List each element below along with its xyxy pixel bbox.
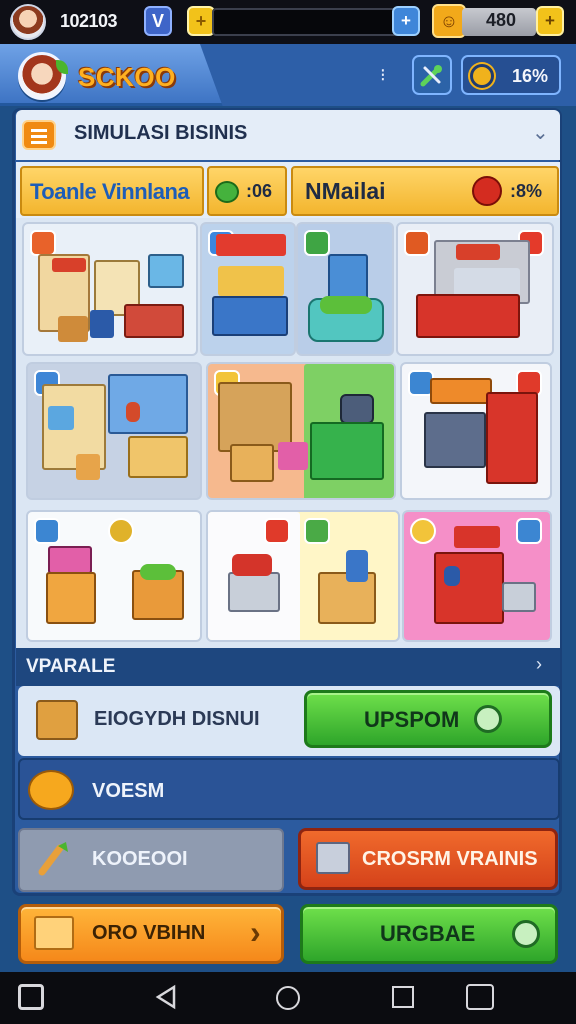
inventory-label: EIOGYDH DISNUI xyxy=(94,708,260,730)
coin-value: 480 xyxy=(486,10,517,30)
player-avatar-small[interactable] xyxy=(10,4,46,40)
building-icon xyxy=(316,842,350,874)
desk xyxy=(124,304,184,338)
gem-icon[interactable]: + xyxy=(187,6,215,36)
worker xyxy=(126,402,140,422)
metal-cart xyxy=(424,412,486,468)
chevron-right-icon[interactable]: › xyxy=(536,654,542,675)
stall-awning xyxy=(216,234,286,256)
pet-label: VOESM xyxy=(92,780,165,802)
add-energy-button[interactable]: + xyxy=(392,6,420,36)
chart-small-icon xyxy=(516,518,542,544)
shopping-cart xyxy=(228,572,280,612)
trash-bin xyxy=(90,310,114,338)
plus-circle-icon xyxy=(474,705,502,733)
buy-label: URGBAE xyxy=(380,921,476,946)
blue-bottle xyxy=(346,550,368,582)
shop-tile-checkout[interactable] xyxy=(402,510,552,642)
vending-top xyxy=(48,546,92,574)
clover-icon xyxy=(215,181,239,203)
pencil-icon xyxy=(34,518,60,544)
upgrade-label: UPSPOM xyxy=(364,707,460,732)
clock-icon xyxy=(470,64,494,88)
package-icon xyxy=(36,700,78,740)
shop-tile-market-stall[interactable] xyxy=(200,222,296,356)
shop-tile-convenience[interactable] xyxy=(396,222,554,356)
cart-goods xyxy=(232,554,272,576)
monitor xyxy=(148,254,184,288)
cash-register xyxy=(340,394,374,424)
open-store-label: CROSRM VRAINIS xyxy=(362,848,538,870)
wood-counter xyxy=(230,444,274,482)
business-name: Toanle Vinnlana xyxy=(30,179,190,204)
store-icon xyxy=(404,230,430,256)
desk xyxy=(128,436,188,478)
chevron-down-icon[interactable]: ⌄ xyxy=(532,120,549,145)
cashier xyxy=(444,566,460,586)
menu-icon[interactable] xyxy=(22,120,56,150)
progress-value: 16% xyxy=(512,66,549,86)
shop-tile-office[interactable] xyxy=(22,222,198,356)
window xyxy=(48,406,74,430)
add-coins-button[interactable]: + xyxy=(536,6,564,36)
business-count: :06 xyxy=(246,181,273,201)
tag-icon xyxy=(30,230,56,256)
stool xyxy=(76,454,100,480)
coin-icon: ☺ xyxy=(432,4,466,38)
green-counter xyxy=(310,422,384,480)
checkout-counter xyxy=(434,552,504,624)
game-title: SCKOO xyxy=(78,62,176,92)
sun-icon xyxy=(410,518,436,544)
shop-tile-storage[interactable] xyxy=(400,362,552,500)
crate-icon xyxy=(34,916,74,950)
subsection-title: VPARALE xyxy=(26,656,116,677)
red-machine xyxy=(486,392,538,484)
section-title: SIMULASI BISINIS xyxy=(74,122,248,144)
shop-tile-office-desk[interactable] xyxy=(26,362,202,500)
stall-counter xyxy=(212,296,288,336)
pink-box xyxy=(278,442,308,470)
checkout-sign xyxy=(454,526,500,548)
small-cart xyxy=(502,582,536,612)
arrow-right-icon: › xyxy=(250,914,261,950)
energy-bar xyxy=(212,8,398,36)
home-icon[interactable] xyxy=(276,986,300,1010)
pet-icon xyxy=(28,770,74,810)
wrench-icon xyxy=(420,65,442,87)
plus-circle-icon xyxy=(512,920,540,948)
market-name: NMailai xyxy=(305,178,386,204)
tag-red-icon xyxy=(264,518,290,544)
shop-sign xyxy=(52,258,86,272)
red-counter xyxy=(416,294,520,338)
partition xyxy=(108,374,188,434)
market-value: :8% xyxy=(510,181,543,201)
tools-button[interactable] xyxy=(412,55,452,95)
orange-sign xyxy=(430,378,492,404)
more-options-icon[interactable]: ⁝ xyxy=(380,65,386,86)
coin-badge-icon xyxy=(108,518,134,544)
vegetables xyxy=(320,296,372,314)
tools-icon xyxy=(38,842,68,876)
vending-body xyxy=(46,572,96,624)
shop-tile-vending[interactable] xyxy=(26,510,202,642)
player-id: 102103 xyxy=(60,11,118,31)
recents-app-icon[interactable] xyxy=(18,984,44,1010)
shop-tile-cashier[interactable] xyxy=(206,362,396,500)
tools-row-label: KOOEOOI xyxy=(92,848,188,870)
fruit xyxy=(140,564,176,580)
back-icon[interactable] xyxy=(154,984,178,1010)
shop-tile-produce[interactable] xyxy=(296,222,394,356)
produce-icon xyxy=(304,230,330,256)
stall-goods xyxy=(218,266,284,296)
shop-tile-cart[interactable] xyxy=(206,510,400,642)
grid-icon xyxy=(304,518,330,544)
supply-label: ORO VBIHN xyxy=(92,922,206,944)
crate xyxy=(58,316,88,342)
trend-icon xyxy=(472,176,502,206)
store-sign xyxy=(456,244,500,260)
screenshot-icon[interactable] xyxy=(466,984,494,1010)
overview-icon[interactable] xyxy=(392,986,414,1008)
vip-icon[interactable]: V xyxy=(144,6,172,36)
